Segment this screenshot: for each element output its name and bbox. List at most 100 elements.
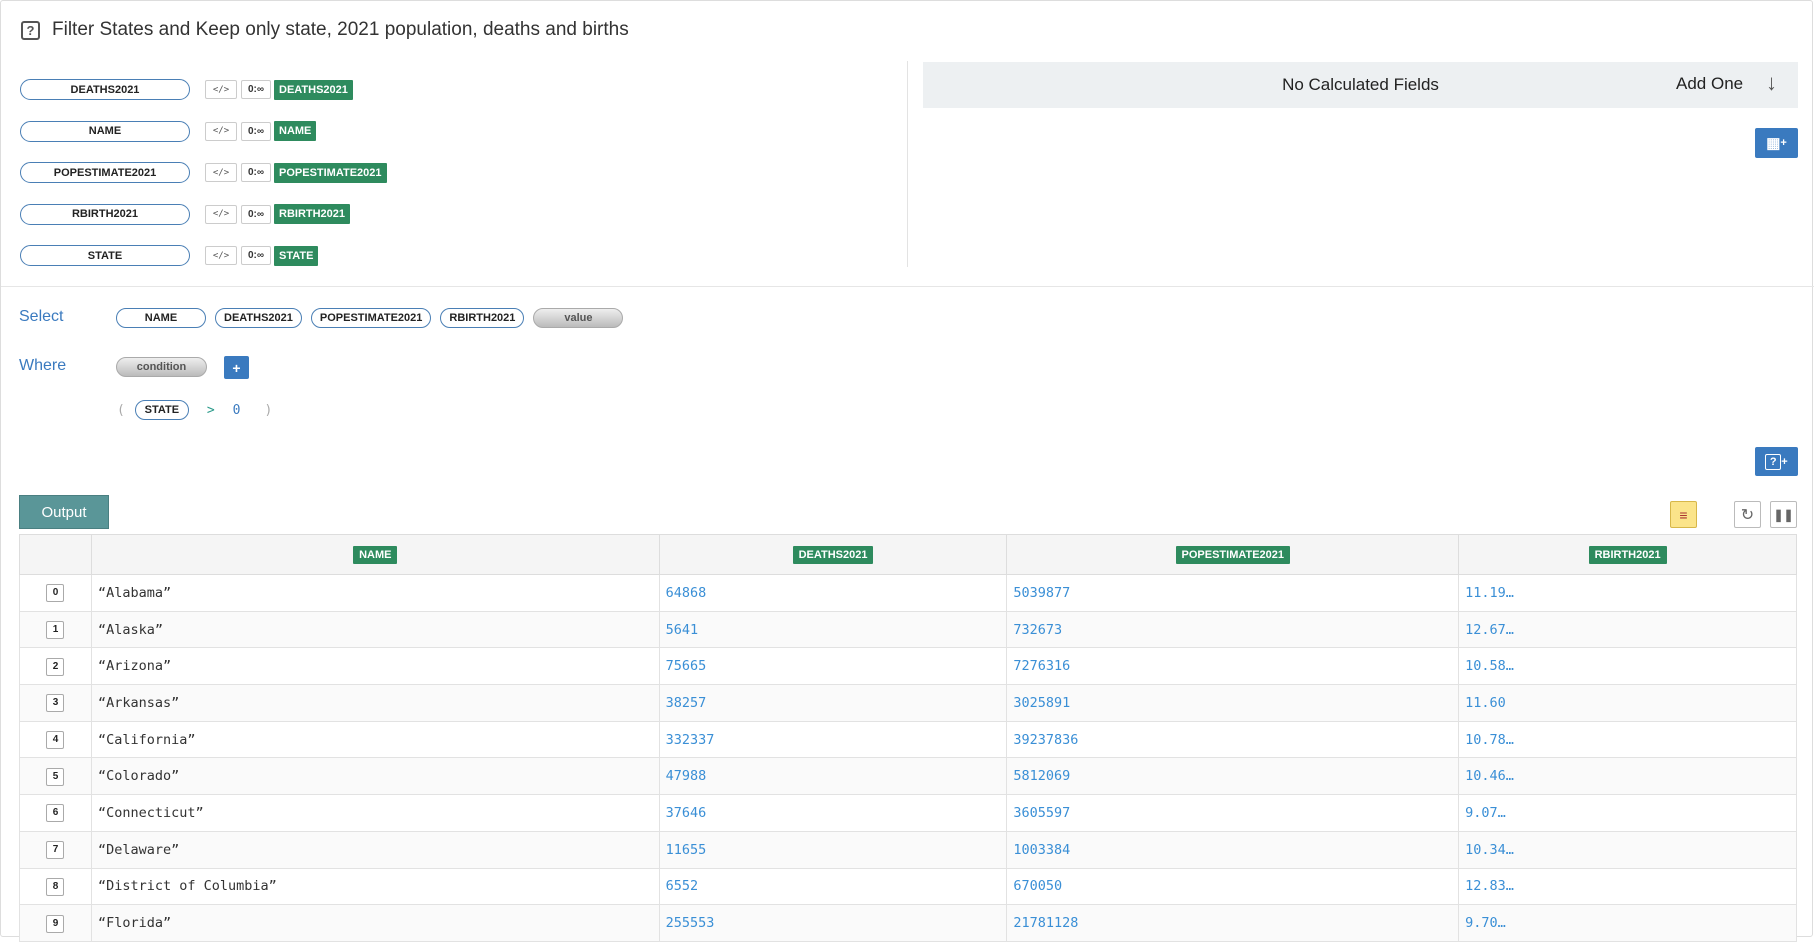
row-index: 7 — [19, 830, 92, 869]
help-add-icon[interactable]: ? + — [1755, 447, 1798, 476]
row-index: 9 — [19, 904, 92, 942]
row-index-box: 1 — [46, 621, 65, 640]
table-header-row: NAME DEATHS2021 POPESTIMATE2021 RBIRTH20… — [19, 534, 1797, 575]
column-tag: POPESTIMATE2021 — [1175, 546, 1291, 564]
vertical-divider — [907, 61, 908, 267]
field-row: NAME </> 0:∞ NAME — [20, 111, 420, 153]
cell-deaths: 255553 — [658, 904, 1008, 942]
cell-pop: 670050 — [1006, 867, 1460, 906]
select-label: Select — [19, 308, 64, 325]
code-button[interactable]: </> — [205, 80, 237, 100]
select-pill[interactable]: DEATHS2021 — [215, 308, 302, 328]
range-button[interactable]: 0:∞ — [241, 246, 271, 266]
down-arrow-icon[interactable]: ↓ — [1766, 70, 1777, 96]
column-header[interactable]: RBIRTH2021 — [1458, 534, 1797, 575]
index-header — [19, 534, 92, 575]
calculator-add-icon[interactable]: ▦ + — [1755, 128, 1798, 158]
row-index-box: 0 — [46, 584, 65, 603]
cell-pop: 732673 — [1006, 610, 1460, 649]
table-row: 4 “California” 332337 39237836 10.78… — [19, 720, 1797, 759]
field-pill[interactable]: NAME — [20, 120, 190, 142]
code-button[interactable]: </> — [205, 204, 237, 224]
cell-name: “Delaware” — [90, 830, 660, 869]
range-button[interactable]: 0:∞ — [241, 204, 271, 224]
add-one-link[interactable]: Add One — [1676, 74, 1743, 94]
row-index: 1 — [19, 610, 92, 649]
row-index: 6 — [19, 794, 92, 832]
row-index-box: 7 — [46, 841, 65, 860]
condition-field-pill[interactable]: STATE — [134, 400, 189, 420]
add-condition-button[interactable]: + — [224, 356, 249, 379]
cell-rbirth: 10.46… — [1458, 757, 1797, 796]
range-button[interactable]: 0:∞ — [241, 80, 271, 100]
row-index: 0 — [19, 574, 92, 612]
code-button[interactable]: </> — [205, 246, 237, 266]
field-pill[interactable]: STATE — [20, 245, 190, 267]
condition-pill[interactable]: condition — [116, 357, 207, 377]
panel: ? Filter States and Keep only state, 202… — [0, 0, 1814, 942]
output-table: NAME DEATHS2021 POPESTIMATE2021 RBIRTH20… — [19, 534, 1797, 942]
cell-deaths: 47988 — [658, 757, 1008, 796]
field-row: RBIRTH2021 </> 0:∞ RBIRTH2021 — [20, 194, 420, 236]
select-pill[interactable]: NAME — [116, 308, 206, 328]
column-tag: DEATHS2021 — [792, 546, 874, 564]
field-row: STATE </> 0:∞ STATE — [20, 235, 420, 277]
range-button[interactable]: 0:∞ — [241, 121, 271, 141]
row-index: 3 — [19, 684, 92, 722]
cell-deaths: 75665 — [658, 647, 1008, 686]
cell-pop: 3605597 — [1006, 794, 1460, 832]
code-button[interactable]: </> — [205, 121, 237, 141]
cell-rbirth: 9.70… — [1458, 904, 1797, 942]
cell-name: “Arkansas” — [90, 684, 660, 722]
cell-name: “Alaska” — [90, 610, 660, 649]
help-icon[interactable]: ? — [21, 20, 40, 40]
close-paren: ) — [264, 402, 273, 418]
cell-pop: 1003384 — [1006, 830, 1460, 869]
cell-pop: 5039877 — [1006, 574, 1460, 612]
cell-rbirth: 11.19… — [1458, 574, 1797, 612]
cell-rbirth: 12.67… — [1458, 610, 1797, 649]
condition-value[interactable]: 0 — [233, 403, 241, 418]
value-pill[interactable]: value — [533, 308, 624, 328]
cell-name: “Colorado” — [90, 757, 660, 796]
no-calculated-fields-text: No Calculated Fields — [1282, 75, 1439, 94]
field-tag: POPESTIMATE2021 — [274, 162, 387, 183]
column-tag: RBIRTH2021 — [1588, 546, 1667, 564]
select-pill[interactable]: POPESTIMATE2021 — [310, 308, 432, 328]
table-row: 6 “Connecticut” 37646 3605597 9.07… — [19, 794, 1797, 832]
select-pill[interactable]: RBIRTH2021 — [440, 308, 525, 328]
column-header[interactable]: DEATHS2021 — [658, 534, 1008, 575]
row-index-box: 2 — [46, 657, 65, 676]
cell-deaths: 64868 — [658, 574, 1008, 612]
open-paren: ( — [117, 402, 125, 418]
table-row: 9 “Florida” 255553 21781128 9.70… — [19, 904, 1797, 942]
cell-deaths: 332337 — [658, 720, 1008, 759]
cell-name: “Connecticut” — [90, 794, 660, 832]
field-pill[interactable]: POPESTIMATE2021 — [20, 162, 190, 184]
page-title: Filter States and Keep only state, 2021 … — [52, 19, 629, 40]
cell-rbirth: 10.58… — [1458, 647, 1797, 686]
field-list: DEATHS2021 </> 0:∞ DEATHS2021 NAME </> 0… — [20, 69, 420, 277]
column-header[interactable]: NAME — [90, 534, 660, 575]
cell-pop: 5812069 — [1006, 757, 1460, 796]
table-row: 0 “Alabama” 64868 5039877 11.19… — [19, 574, 1797, 612]
condition-operator[interactable]: > — [207, 403, 215, 418]
cell-name: “Arizona” — [90, 647, 660, 686]
code-button[interactable]: </> — [205, 163, 237, 183]
row-index: 5 — [19, 757, 92, 796]
table-row: 2 “Arizona” 75665 7276316 10.58… — [19, 647, 1797, 686]
table-row: 7 “Delaware” 11655 1003384 10.34… — [19, 830, 1797, 869]
pause-icon[interactable]: ❚❚ — [1770, 501, 1797, 528]
field-pill[interactable]: RBIRTH2021 — [20, 203, 190, 225]
column-header[interactable]: POPESTIMATE2021 — [1006, 534, 1460, 575]
field-pill[interactable]: DEATHS2021 — [20, 79, 190, 101]
range-button[interactable]: 0:∞ — [241, 163, 271, 183]
table-row: 3 “Arkansas” 38257 3025891 11.60 — [19, 684, 1797, 722]
broom-icon[interactable]: ≡ — [1670, 501, 1697, 528]
row-index-box: 5 — [46, 767, 65, 786]
refresh-icon[interactable]: ↻ — [1734, 501, 1761, 528]
table-row: 1 “Alaska” 5641 732673 12.67… — [19, 610, 1797, 649]
cell-deaths: 37646 — [658, 794, 1008, 832]
output-button[interactable]: Output — [19, 495, 109, 529]
cell-name: “California” — [90, 720, 660, 759]
